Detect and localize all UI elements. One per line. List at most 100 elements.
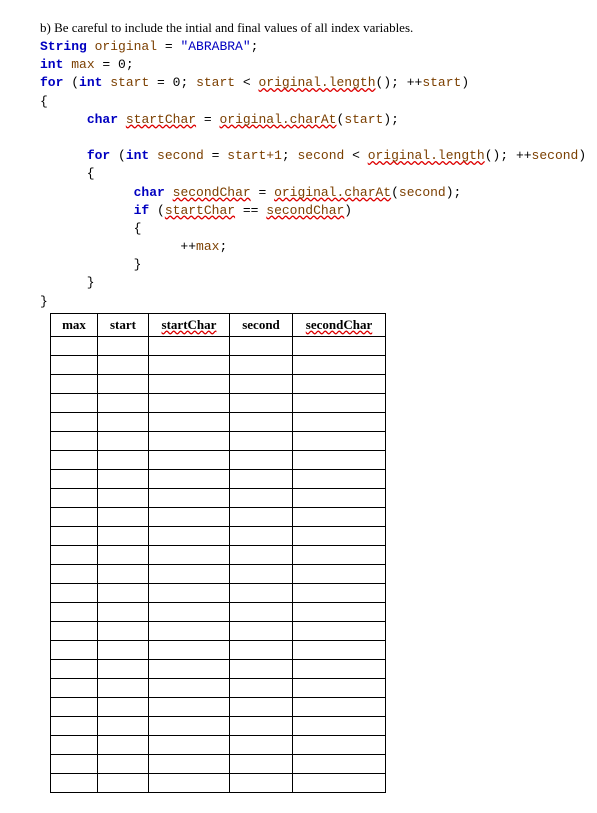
table-cell xyxy=(149,583,230,602)
kw-int2: int xyxy=(79,75,102,90)
var-startchar2: startChar xyxy=(165,203,235,218)
table-header-row: max start startChar second secondChar xyxy=(51,313,386,336)
stmt-incmax: max xyxy=(196,239,219,254)
table-cell xyxy=(230,773,293,792)
table-row xyxy=(51,393,386,412)
table-cell xyxy=(293,773,386,792)
table-row xyxy=(51,621,386,640)
table-cell xyxy=(149,336,230,355)
table-row xyxy=(51,716,386,735)
th-startchar-text: startChar xyxy=(162,317,217,332)
table-cell xyxy=(98,488,149,507)
table-cell xyxy=(51,697,98,716)
table-row xyxy=(51,526,386,545)
table-cell xyxy=(149,640,230,659)
table-cell xyxy=(293,697,386,716)
table-cell xyxy=(293,469,386,488)
table-cell xyxy=(51,602,98,621)
table-cell xyxy=(98,545,149,564)
table-cell xyxy=(98,754,149,773)
table-cell xyxy=(98,583,149,602)
table-cell xyxy=(98,431,149,450)
table-cell xyxy=(230,678,293,697)
string-literal: "ABRABRA" xyxy=(180,39,250,54)
table-cell xyxy=(293,355,386,374)
table-row xyxy=(51,640,386,659)
var-max: max xyxy=(71,57,94,72)
table-cell xyxy=(98,602,149,621)
table-cell xyxy=(51,754,98,773)
table-row xyxy=(51,564,386,583)
table-row xyxy=(51,659,386,678)
table-cell xyxy=(51,773,98,792)
table-cell xyxy=(230,659,293,678)
expr-start1: start+1 xyxy=(227,148,282,163)
table-cell xyxy=(51,564,98,583)
table-row xyxy=(51,735,386,754)
trace-table: max start startChar second secondChar xyxy=(50,313,386,793)
table-cell xyxy=(230,336,293,355)
table-cell xyxy=(293,640,386,659)
table-row xyxy=(51,507,386,526)
table-cell xyxy=(149,659,230,678)
table-cell xyxy=(51,469,98,488)
var-startchar: startChar xyxy=(126,112,196,127)
table-cell xyxy=(98,374,149,393)
table-cell xyxy=(149,393,230,412)
table-cell xyxy=(230,716,293,735)
table-cell xyxy=(293,754,386,773)
table-cell xyxy=(230,374,293,393)
th-max: max xyxy=(51,313,98,336)
table-cell xyxy=(230,355,293,374)
table-row xyxy=(51,773,386,792)
table-cell xyxy=(293,374,386,393)
table-cell xyxy=(293,564,386,583)
table-cell xyxy=(293,393,386,412)
question-rest: and final values of all index variables. xyxy=(212,20,413,35)
table-cell xyxy=(98,640,149,659)
kw-char2: char xyxy=(134,185,165,200)
table-cell xyxy=(98,336,149,355)
table-cell xyxy=(149,488,230,507)
call-charat2: original.charAt xyxy=(274,185,391,200)
question-text: b) Be careful to include the intial and … xyxy=(40,20,557,36)
kw-for2: for xyxy=(87,148,110,163)
table-cell xyxy=(149,526,230,545)
table-cell xyxy=(149,507,230,526)
table-cell xyxy=(293,602,386,621)
table-cell xyxy=(98,355,149,374)
table-cell xyxy=(230,564,293,583)
table-cell xyxy=(149,716,230,735)
var-second3: second xyxy=(532,148,579,163)
table-cell xyxy=(230,583,293,602)
table-row xyxy=(51,469,386,488)
table-cell xyxy=(51,336,98,355)
th-second: second xyxy=(230,313,293,336)
table-row xyxy=(51,412,386,431)
table-cell xyxy=(230,488,293,507)
table-cell xyxy=(98,393,149,412)
table-cell xyxy=(51,374,98,393)
table-cell xyxy=(149,355,230,374)
table-cell xyxy=(98,507,149,526)
table-row xyxy=(51,583,386,602)
table-row xyxy=(51,450,386,469)
table-cell xyxy=(293,659,386,678)
table-cell xyxy=(51,716,98,735)
table-cell xyxy=(98,621,149,640)
table-row xyxy=(51,754,386,773)
table-cell xyxy=(98,564,149,583)
table-cell xyxy=(149,697,230,716)
table-cell xyxy=(98,697,149,716)
var-start2: start xyxy=(196,75,235,90)
table-cell xyxy=(51,488,98,507)
call-length: original.length xyxy=(258,75,375,90)
table-cell xyxy=(51,735,98,754)
table-cell xyxy=(98,469,149,488)
table-cell xyxy=(230,735,293,754)
table-cell xyxy=(98,412,149,431)
table-row xyxy=(51,602,386,621)
table-cell xyxy=(149,735,230,754)
table-cell xyxy=(230,393,293,412)
table-cell xyxy=(51,678,98,697)
